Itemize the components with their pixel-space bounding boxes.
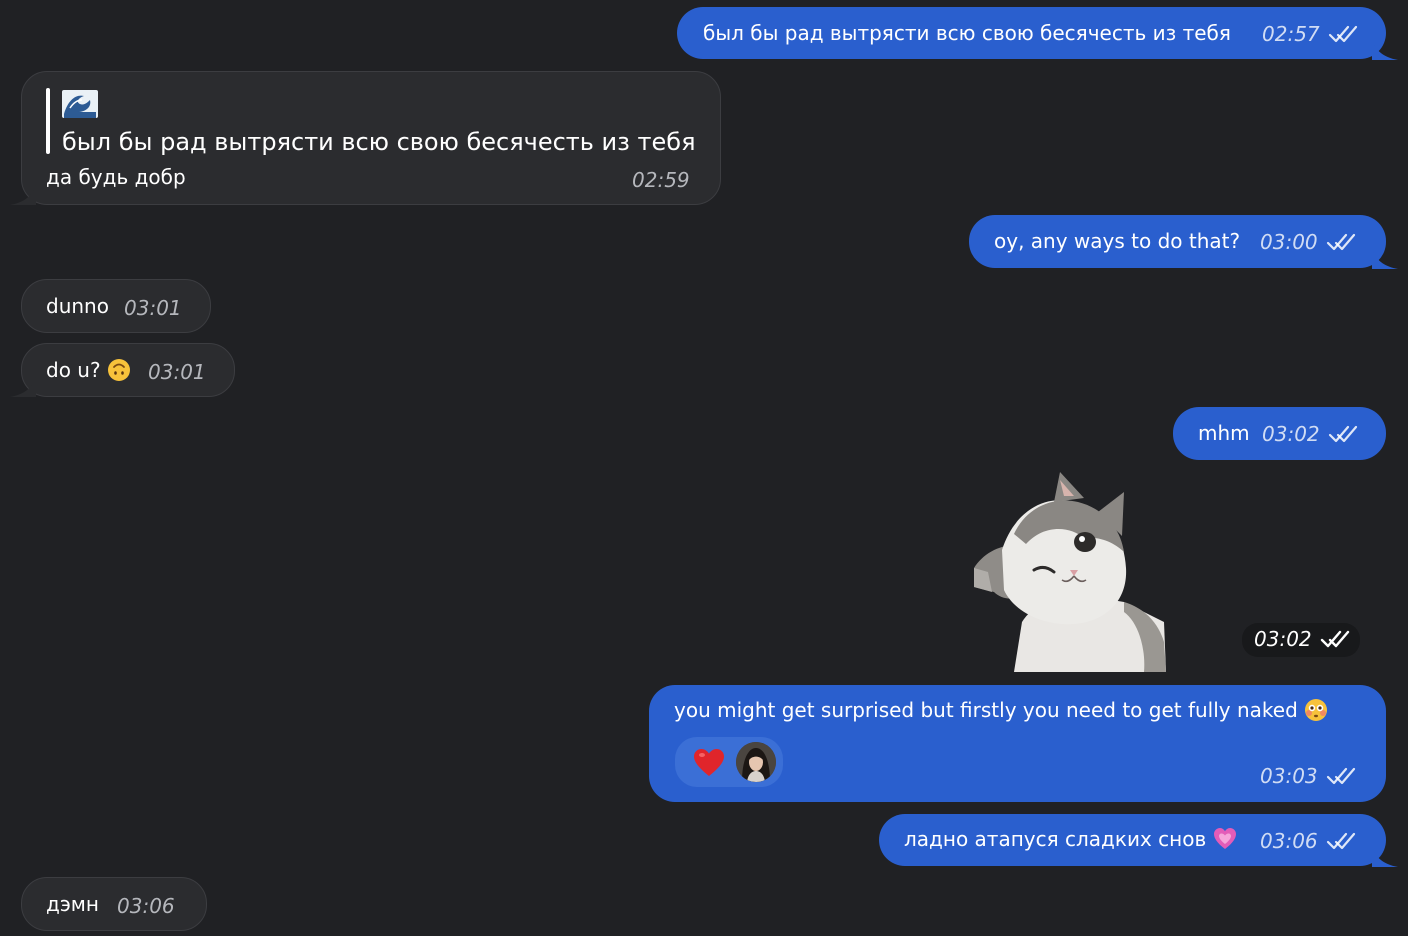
winking-cat-sticker[interactable] bbox=[974, 472, 1166, 672]
double-check-icon bbox=[1326, 766, 1358, 786]
message-bubble-outgoing[interactable]: ладно атапуся сладких снов 03:06 bbox=[879, 814, 1398, 867]
message-text: дэмн bbox=[46, 892, 99, 916]
quote-text: был бы рад вытрясти всю свою бесячесть и… bbox=[62, 128, 696, 156]
double-check-icon bbox=[1320, 629, 1352, 649]
message-text: mhm bbox=[1198, 421, 1250, 445]
message-text: да будь добр bbox=[46, 165, 186, 189]
double-check-icon bbox=[1328, 24, 1360, 44]
message-text: do u? bbox=[46, 358, 101, 382]
message-time: 03:02 bbox=[1262, 422, 1320, 446]
bubble-tail bbox=[1372, 847, 1398, 867]
message-time: 03:06 bbox=[117, 894, 175, 918]
avatar[interactable] bbox=[736, 742, 776, 782]
upside-down-face-emoji bbox=[107, 359, 130, 381]
quote-bar bbox=[46, 88, 50, 154]
double-check-icon bbox=[1328, 424, 1360, 444]
message-bubble-incoming[interactable]: был бы рад вытрясти всю свою бесячесть и… bbox=[10, 71, 721, 205]
message-time: 03:01 bbox=[124, 296, 182, 320]
message-bubble-outgoing[interactable]: был бы рад вытрясти всю свою бесячесть и… bbox=[677, 7, 1398, 60]
message-time: 02:59 bbox=[632, 168, 690, 192]
double-check-icon bbox=[1326, 232, 1358, 252]
message-bubble-outgoing[interactable]: oy, any ways to do that? 03:00 bbox=[969, 215, 1398, 269]
message-bubble-outgoing[interactable]: mhm 03:02 bbox=[1173, 407, 1386, 460]
sticker-time-badge: 03:02 bbox=[1242, 623, 1360, 657]
message-time: 03:00 bbox=[1260, 230, 1318, 254]
bubble-tail bbox=[10, 377, 36, 397]
message-time: 02:57 bbox=[1262, 22, 1320, 46]
bubble-tail bbox=[1372, 249, 1398, 269]
red-heart-icon bbox=[694, 749, 724, 776]
reaction-pill[interactable] bbox=[675, 737, 783, 787]
message-text: dunno bbox=[46, 294, 109, 318]
bubble-tail bbox=[1372, 40, 1398, 60]
message-text: ладно атапуся сладких снов bbox=[904, 827, 1207, 851]
message-text: был бы рад вытрясти всю свою бесячесть и… bbox=[703, 21, 1231, 45]
message-time: 03:06 bbox=[1260, 829, 1318, 853]
flushed-face-emoji bbox=[1305, 699, 1328, 721]
wave-emoji bbox=[62, 90, 98, 118]
message-time: 03:03 bbox=[1260, 764, 1318, 788]
chat-history: был бы рад вытрясти всю свою бесячесть и… bbox=[0, 0, 1408, 936]
message-time: 03:02 bbox=[1254, 627, 1312, 651]
message-bubble-outgoing[interactable]: you might get surprised but firstly you … bbox=[649, 685, 1386, 802]
message-bubble-incoming[interactable]: дэмн 03:06 bbox=[21, 877, 207, 931]
message-bubble-incoming[interactable]: do u? 03:01 bbox=[10, 343, 235, 397]
double-check-icon bbox=[1326, 831, 1358, 851]
message-text: oy, any ways to do that? bbox=[994, 229, 1241, 253]
message-time: 03:01 bbox=[148, 360, 206, 384]
message-text: you might get surprised but firstly you … bbox=[674, 698, 1298, 722]
message-bubble-incoming[interactable]: dunno 03:01 bbox=[21, 279, 211, 333]
growing-heart-emoji bbox=[1213, 828, 1236, 849]
bubble-tail bbox=[10, 185, 36, 205]
